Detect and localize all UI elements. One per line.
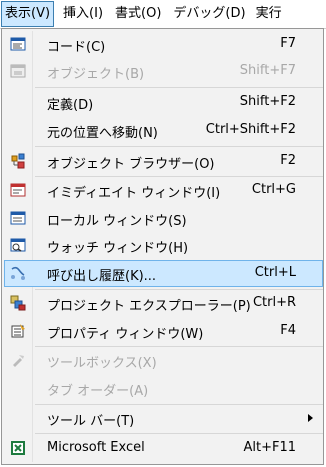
menu-item-object-browser[interactable]: オブジェクト ブラウザー(O) F2	[4, 148, 323, 175]
menu-format[interactable]: 書式(O)	[112, 2, 164, 26]
menu-item-toolbox: ツールボックス(X)	[4, 347, 323, 374]
properties-window-icon	[10, 323, 26, 339]
menu-item-label: オブジェクト ブラウザー(O)	[47, 157, 215, 172]
menu-item-code[interactable]: コード(C) F7	[4, 31, 323, 58]
menu-item-label: 定義(D)	[47, 98, 94, 113]
toolbox-icon	[10, 352, 26, 368]
menu-item-label: 元の位置へ移動(N)	[47, 126, 158, 141]
menu-item-last-position[interactable]: 元の位置へ移動(N) Ctrl+Shift+F2	[4, 117, 323, 144]
submenu-arrow-icon	[308, 414, 313, 422]
menu-item-locals-window[interactable]: ローカル ウィンドウ(S)	[4, 205, 323, 232]
menu-item-shortcut: Ctrl+Shift+F2	[205, 122, 296, 137]
menu-item-label: コード(C)	[47, 40, 106, 55]
menu-insert[interactable]: 挿入(I)	[60, 2, 106, 26]
menu-item-microsoft-excel[interactable]: Microsoft Excel Alt+F11	[4, 435, 323, 462]
menu-item-label: ツールボックス(X)	[47, 356, 157, 371]
code-window-icon	[10, 36, 26, 52]
project-explorer-icon	[10, 295, 26, 311]
menu-item-shortcut: Ctrl+L	[254, 265, 296, 280]
locals-window-icon	[10, 210, 26, 226]
view-dropdown-menu: コード(C) F7 オブジェクト(B) Shift+F7 定義(D) Shift…	[1, 28, 324, 465]
menu-item-shortcut: Alt+F11	[243, 440, 296, 455]
menu-item-immediate-window[interactable]: イミディエイト ウィンドウ(I) Ctrl+G	[4, 177, 323, 204]
menu-item-label: タブ オーダー(A)	[47, 384, 149, 399]
menu-item-label: ツール バー(T)	[47, 414, 135, 429]
menu-separator	[35, 146, 323, 147]
menu-item-shortcut: F2	[280, 153, 296, 168]
menu-item-properties-window[interactable]: プロパティ ウィンドウ(W) F4	[4, 318, 323, 345]
menu-item-shortcut: F4	[280, 323, 296, 338]
object-window-icon	[10, 63, 26, 79]
menu-item-label: プロジェクト エクスプローラー(P)	[47, 299, 251, 314]
excel-icon	[10, 440, 26, 456]
menu-item-shortcut: Shift+F7	[239, 63, 296, 78]
menu-item-tab-order: タブ オーダー(A)	[4, 375, 323, 402]
watch-window-icon	[10, 237, 26, 253]
menu-item-toolbars[interactable]: ツール バー(T)	[4, 405, 323, 432]
menu-item-label: ウォッチ ウィンドウ(H)	[47, 241, 189, 256]
menu-item-definition[interactable]: 定義(D) Shift+F2	[4, 89, 323, 116]
menu-item-shortcut: Ctrl+G	[251, 182, 296, 197]
menu-item-shortcut: Shift+F2	[239, 94, 296, 109]
menu-item-label: プロパティ ウィンドウ(W)	[47, 327, 204, 342]
menu-separator	[35, 87, 323, 88]
menu-item-label: ローカル ウィンドウ(S)	[47, 214, 187, 229]
menu-item-object: オブジェクト(B) Shift+F7	[4, 58, 323, 85]
menu-item-label: オブジェクト(B)	[47, 67, 145, 82]
menu-bar: 表示(V) 挿入(I) 書式(O) デバッグ(D) 実行	[0, 0, 326, 29]
object-browser-icon	[10, 153, 26, 169]
menu-run[interactable]: 実行	[253, 2, 285, 26]
menu-item-label: イミディエイト ウィンドウ(I)	[47, 186, 221, 201]
menu-separator	[35, 433, 323, 434]
menu-item-label: Microsoft Excel	[47, 440, 145, 455]
menu-view[interactable]: 表示(V)	[1, 1, 55, 27]
immediate-window-icon	[10, 182, 26, 198]
menu-item-shortcut: F7	[280, 36, 296, 51]
menu-item-label: 呼び出し履歴(K)...	[47, 269, 157, 284]
menu-item-watch-window[interactable]: ウォッチ ウィンドウ(H)	[4, 232, 323, 259]
menu-item-shortcut: Ctrl+R	[252, 295, 296, 310]
call-stack-icon	[10, 265, 26, 281]
menu-item-call-stack[interactable]: 呼び出し履歴(K)... Ctrl+L	[4, 260, 323, 287]
menu-item-project-explorer[interactable]: プロジェクト エクスプローラー(P) Ctrl+R	[4, 290, 323, 317]
menu-debug[interactable]: デバッグ(D)	[170, 2, 248, 26]
